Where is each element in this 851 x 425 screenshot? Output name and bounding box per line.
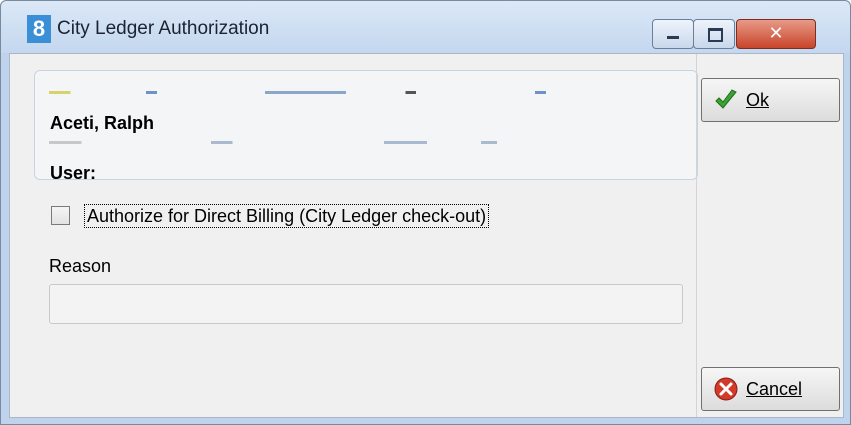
maximize-button[interactable] xyxy=(693,19,735,49)
ok-button-label: Ok xyxy=(746,90,770,110)
ok-button[interactable]: Ok xyxy=(701,78,840,122)
background-artifact xyxy=(49,91,589,94)
close-icon: ✕ xyxy=(768,23,784,44)
guest-name: Aceti, Ralph xyxy=(50,113,155,133)
dialog-window: 8 City Ledger Authorization ✕ Aceti, Ral… xyxy=(0,0,851,425)
cancel-icon xyxy=(714,377,738,401)
dialog-body: Aceti, Ralph User: Authorize for Direct … xyxy=(9,53,844,418)
maximize-icon xyxy=(708,28,723,42)
authorize-direct-billing-checkbox[interactable] xyxy=(51,206,70,225)
cancel-button-label: Cancel xyxy=(746,379,803,399)
user-label: User: xyxy=(50,163,97,183)
title-bar[interactable]: 8 City Ledger Authorization ✕ xyxy=(1,1,850,53)
guest-info-panel: Aceti, Ralph User: xyxy=(34,70,698,183)
background-artifact xyxy=(49,141,589,144)
minimize-icon xyxy=(667,36,679,39)
reason-input[interactable] xyxy=(49,284,683,324)
cancel-button[interactable]: Cancel xyxy=(701,367,840,411)
reason-label: Reason xyxy=(49,256,112,276)
minimize-button[interactable] xyxy=(652,19,694,49)
button-panel-divider xyxy=(696,54,697,417)
checkmark-icon xyxy=(715,89,737,109)
window-title: City Ledger Authorization xyxy=(57,18,270,39)
app-logo-icon: 8 xyxy=(27,15,51,43)
authorize-direct-billing-label[interactable]: Authorize for Direct Billing (City Ledge… xyxy=(84,204,490,228)
close-button[interactable]: ✕ xyxy=(736,19,816,49)
